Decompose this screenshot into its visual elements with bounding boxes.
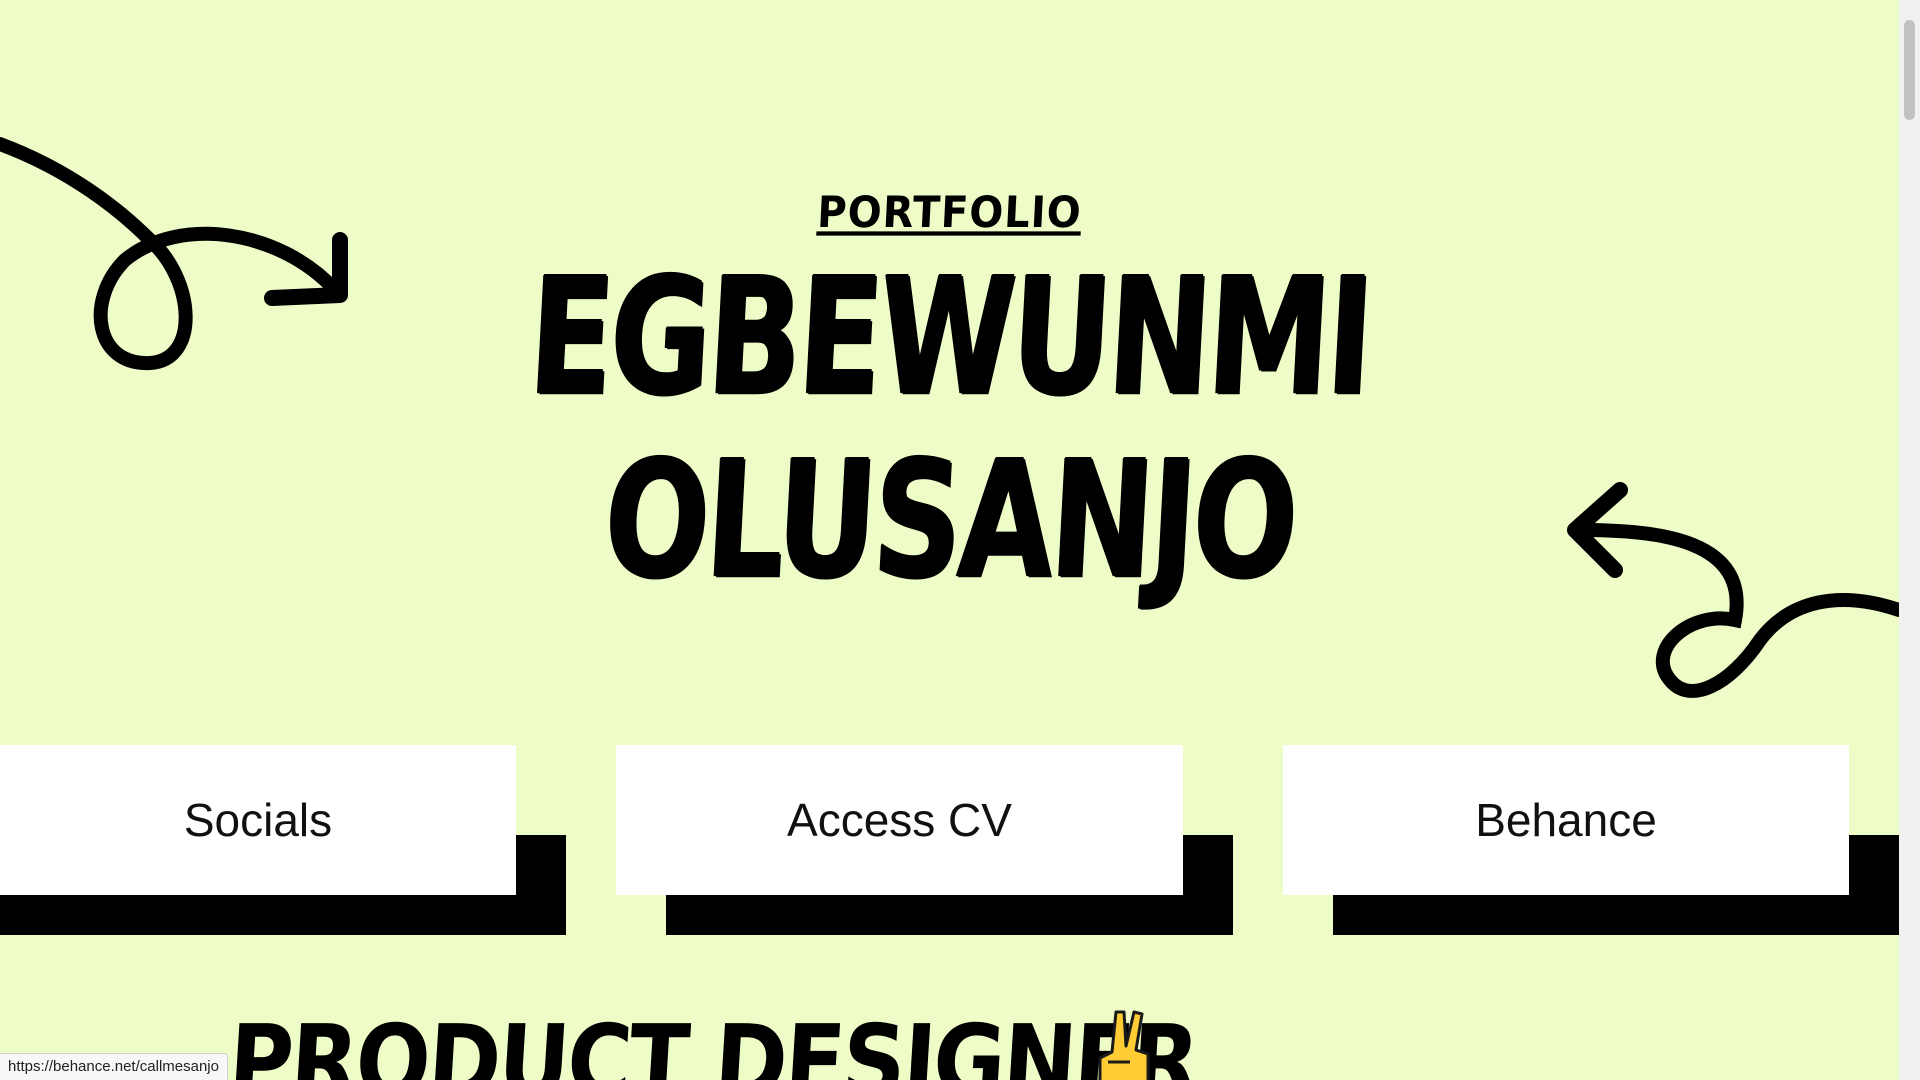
scrollbar-thumb[interactable] xyxy=(1904,20,1915,120)
portfolio-kicker: PORTFOLIO xyxy=(816,188,1083,238)
name-first-line: EGBEWUNMI xyxy=(524,243,1375,431)
page-scrollbar[interactable] xyxy=(1899,0,1920,1080)
portfolio-page: PORTFOLIO EGBEWUNMI OLUSANJO Socials Acc… xyxy=(0,0,1899,1080)
link-status-bar: https://behance.net/callmesanjo xyxy=(0,1053,228,1080)
behance-button[interactable]: Behance xyxy=(1283,745,1849,895)
access-cv-button[interactable]: Access CV xyxy=(616,745,1183,895)
product-designer-heading: PRODUCT DESIGNER xyxy=(225,1003,1201,1080)
victory-hand-icon xyxy=(1098,1010,1150,1080)
name-second-line: OLUSANJO xyxy=(599,426,1300,614)
socials-button[interactable]: Socials xyxy=(0,745,516,895)
